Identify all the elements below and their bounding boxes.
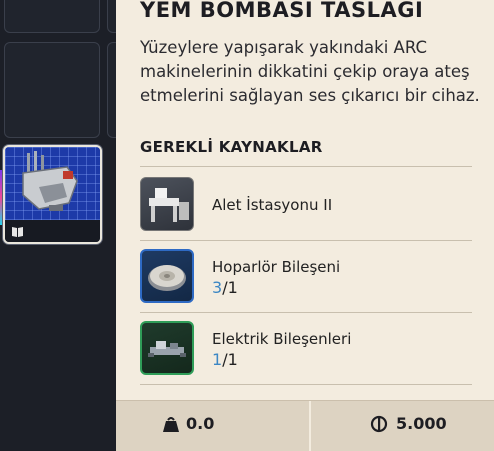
workbench-icon [149,188,189,222]
item-details-panel: YEM BOMBASI TASLAĞI Yüzeylere yapışarak … [116,0,494,451]
requirements-heading: GEREKLİ KAYNAKLAR [140,138,323,156]
lure-grenade-icon [22,151,78,211]
divider [140,384,472,385]
resource-row-workbench[interactable]: Alet İstasyonu II [140,174,472,238]
resource-quantity: 1/1 [212,350,238,369]
divider [140,312,472,313]
divider [140,166,472,167]
coin-icon [370,415,388,433]
selected-inventory-slot[interactable] [3,145,102,244]
divider [309,401,311,451]
resource-row-electrical[interactable]: Elektrik Bileşenleri 1/1 [140,318,472,382]
resource-name: Hoparlör Bileşeni [212,258,341,276]
resource-thumbnail [140,177,194,231]
weight-icon [163,417,179,432]
weight-stat: 0.0 [163,414,215,433]
blueprint-book-icon [12,227,23,237]
electrical-component-icon [148,341,186,357]
quantity-needed: /1 [222,278,238,297]
item-title: YEM BOMBASI TASLAĞI [140,0,424,22]
weight-value: 0.0 [186,414,215,433]
resource-thumbnail [140,249,194,303]
quantity-owned: 1 [212,350,223,369]
item-stats-bar: 0.0 5.000 [116,400,494,451]
resource-quantity: 3/1 [212,278,238,297]
resource-row-speaker[interactable]: Hoparlör Bileşeni 3/1 [140,246,472,310]
quantity-needed: /1 [222,350,238,369]
divider [140,240,472,241]
slot-footer [5,220,100,242]
value-amount: 5.000 [396,414,447,433]
item-description: Yüzeylere yapışarak yakındaki ARC makine… [140,38,480,105]
resource-name: Alet İstasyonu II [212,196,333,214]
quantity-owned: 3 [212,278,223,297]
resource-thumbnail [140,321,194,375]
resource-name: Elektrik Bileşenleri [212,330,352,348]
value-stat: 5.000 [370,414,447,433]
inventory-grid [0,0,127,450]
inventory-slot[interactable] [4,42,100,138]
inventory-slot[interactable] [4,0,100,33]
speaker-component-icon [148,265,186,291]
